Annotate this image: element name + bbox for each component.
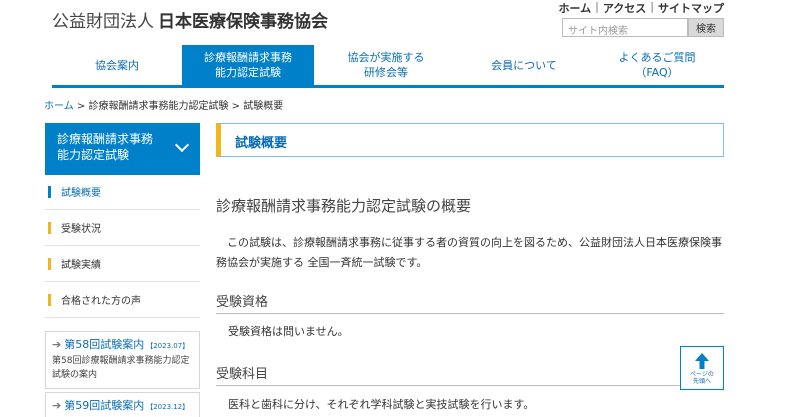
sidebar-item-voices[interactable]: 合格された方の声 [45,282,200,318]
exam-guide-title: ➔ 第58回試験案内 【2023.07】 [52,336,193,352]
arrow-right-icon: ➔ [52,338,62,351]
util-link-sitemap[interactable]: サイトマップ [658,0,724,16]
nav-label: 協会が実施する 研修会等 [347,51,425,79]
sidebar-heading[interactable]: 診療報酬請求事務 能力認定試験 [45,123,200,175]
subjects-text: 医科と歯科に分け、それぞれ学科試験と実技試験を行います。 [228,398,535,411]
breadcrumb-separator: > [228,101,244,112]
marker-bar [48,258,51,270]
nav-item-membership[interactable]: 会員について [458,45,590,85]
sidebar-item-label: 合格された方の声 [61,296,141,307]
exam-guide-name: 第58回試験案内 [64,338,145,351]
breadcrumb-home[interactable]: ホーム [44,101,74,112]
sidebar-item-results[interactable]: 試験実績 [45,246,200,282]
sidebar-item-overview[interactable]: 試験概要 [45,174,200,210]
marker-bar [48,294,51,306]
section-heading: 診療報酬請求事務能力認定試験の概要 [216,197,472,215]
util-separator: | [650,0,654,13]
nav-item-faq[interactable]: よくあるご質問 （FAQ） [590,45,724,85]
search-button[interactable]: 検索 [688,18,724,37]
breadcrumb-current: 試験概要 [243,101,284,112]
org-prefix: 公益財団法人 [52,12,154,32]
breadcrumb-exam[interactable]: 診療報酬請求事務能力認定試験 [88,101,228,112]
qualification-text: 受験資格は問いません。 [228,325,349,338]
marker-bar [48,186,51,198]
organization-name[interactable]: 公益財団法人 日本医療保険事務協会 [52,7,328,32]
page-top-label: ページの 先頭へ [690,371,714,385]
breadcrumb: ホーム > 診療報酬請求事務能力認定試験 > 試験概要 [44,97,283,112]
exam-guide-name: 第59回試験案内 [64,399,145,412]
page-title: 試験概要 [216,123,724,157]
util-link-access[interactable]: アクセス [603,0,646,16]
nav-label: 協会案内 [95,58,139,72]
sidebar-item-status[interactable]: 受験状況 [45,210,200,246]
global-nav: 協会案内 診療報酬請求事務 能力認定試験 協会が実施する 研修会等 会員について… [52,45,724,88]
exam-guide-title: ➔ 第59回試験案内 【2023.12】 [52,397,193,413]
marker-bar [48,222,51,234]
exam-guide-date: 【2023.07】 [146,342,190,350]
breadcrumb-separator: > [73,101,89,112]
page-top-label-line1: ページの [690,370,714,378]
exam-guide-58[interactable]: ➔ 第58回試験案内 【2023.07】 第58回診療報酬請求事務能力認定試験の案内 [45,331,200,389]
sidebar-item-label: 試験概要 [61,188,101,199]
subjects-heading: 受験科目 [216,363,724,386]
search-input[interactable]: サイト内検索 [562,18,688,37]
page-top-button[interactable]: ページの 先頭へ [680,346,724,390]
nav-item-exam[interactable]: 診療報酬請求事務 能力認定試験 [182,45,314,85]
nav-label: 会員について [491,58,557,72]
exam-guide-59[interactable]: ➔ 第59回試験案内 【2023.12】 [45,392,200,417]
nav-item-about[interactable]: 協会案内 [52,45,182,85]
utility-links: ホーム | アクセス | サイトマップ [558,0,724,16]
exam-guide-date: 【2023.12】 [146,403,190,411]
nav-label: よくあるご質問 （FAQ） [618,51,696,79]
util-separator: | [595,0,599,13]
nav-label: 診療報酬請求事務 能力認定試験 [204,51,292,79]
exam-guide-desc: 第58回診療報酬請求事務能力認定試験の案内 [52,356,190,380]
util-link-home[interactable]: ホーム [558,0,591,16]
intro-paragraph: この試験は、診療報酬請求事務に従事する者の資質の向上を図るため、公益財団法人日本… [216,236,722,269]
qualification-heading: 受験資格 [216,291,724,314]
arrow-right-icon: ➔ [52,399,62,412]
nav-item-training[interactable]: 協会が実施する 研修会等 [314,45,458,85]
sidebar-heading-label: 診療報酬請求事務 能力認定試験 [57,132,154,162]
page-top-label-line2: 先頭へ [692,377,711,385]
sidebar-item-label: 受験状況 [61,224,101,235]
sidebar-item-label: 試験実績 [61,260,101,271]
org-title: 日本医療保険事務協会 [158,12,328,32]
arrow-up-icon [695,352,709,369]
